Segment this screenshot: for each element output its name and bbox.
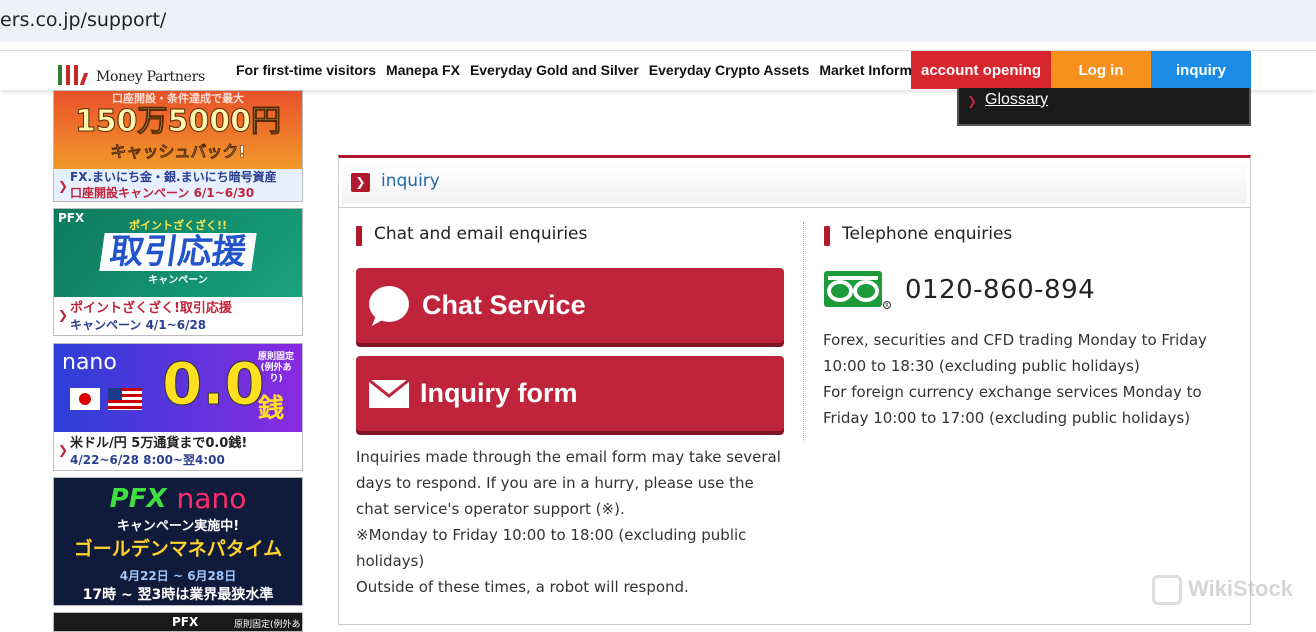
url-text[interactable]: ers.co.jp/support/ [0,9,166,31]
menu-market-information[interactable]: Market Informat [819,62,912,78]
banner-tag: PFX [172,615,199,629]
banner-golden-time[interactable]: PFX nano キャンペーン実施中! ゴールデンマネパタイム 4月22日 ~ … [53,477,303,606]
account-opening-button[interactable]: account opening [911,51,1051,89]
panel-title: inquiry [381,171,440,191]
phone-section-title: Telephone enquiries [842,224,1013,244]
banner-hero-sub: キャンペーン [148,274,208,286]
login-button[interactable]: Log in [1051,51,1151,89]
banner-hero-note: 原則固定(例外あり) [234,620,301,630]
chat-service-label: Chat Service [422,290,586,320]
panel-header: ❯ inquiry [339,158,1250,208]
banner-tag: PFX [109,483,167,514]
column-divider [803,222,804,442]
banner-hero: 150万5000円 [74,104,282,139]
heading-marker [356,226,362,246]
hours-line: Friday 10:00 to 17:00 (excluding public … [823,409,1191,427]
browser-url-bar[interactable]: ers.co.jp/support/ [0,0,1316,42]
us-flag-icon [108,388,142,410]
phone-hours: Forex, securities and CFD trading Monday… [823,327,1233,431]
hours-line: Forex, securities and CFD trading Monday… [823,331,1207,349]
banner-hero: 0.0 [162,350,266,419]
banner-hero-top: 口座開設・条件達成で最大 [112,92,244,105]
banner-hero-top: キャンペーン実施中! [116,519,240,534]
phone-number[interactable]: 0120-860-894 [905,275,1095,305]
menu-everyday-gold-silver[interactable]: Everyday Gold and Silver [470,62,639,78]
banner-hero: 取引応援 [99,232,257,272]
chat-section-title: Chat and email enquiries [374,224,588,244]
hours-line: 10:00 to 18:30 (excluding public holiday… [823,357,1140,375]
watermark-text: WikiStock [1188,575,1293,601]
banner-hero: ゴールデンマネパタイム [73,538,283,560]
banner-hero-note: 原則固定(例外あり) [257,352,294,384]
hours-line: For foreign currency exchange services M… [823,383,1202,401]
banner-trading-support[interactable]: PFX ポイントざくざく!! 取引応援 キャンペーン ❯ ポイントざくざく!取引… [53,208,303,336]
banner-tag2: nano [176,482,247,515]
note-line: holidays) [356,552,425,570]
glossary-link[interactable]: Glossary [985,91,1048,109]
chat-section-heading: Chat and email enquiries [356,224,588,246]
banner-line1: 米ドル/円 5万通貨まで0.0銭! [70,436,248,451]
chevron-right-icon: ❯ [58,308,69,322]
banner-line2: 4/22~6/28 8:00~翌4:00 [70,453,225,467]
note-line: Outside of these times, a robot will res… [356,578,689,596]
free-dial-icon: R [823,270,893,310]
banner-partial[interactable]: PFX 原則固定(例外あり) [53,612,303,632]
chat-bubble-icon [368,285,410,327]
inquiry-form-label: Inquiry form [420,378,578,408]
banner-tag: nano [62,350,117,375]
money-partners-logo[interactable]: Money Partners [58,59,205,85]
note-line: Inquiries made through the email form ma… [356,448,781,466]
banner-line1: ポイントざくざく!取引応援 [70,301,232,316]
chevron-right-icon: ❯ [58,179,69,193]
inquiry-form-button[interactable]: Inquiry form [356,356,784,431]
menu-everyday-crypto[interactable]: Everyday Crypto Assets [649,62,810,78]
inquiry-button[interactable]: inquiry [1151,51,1251,89]
main-menu: For first-time visitors Manepa FX Everyd… [236,62,912,78]
email-form-note: Inquiries made through the email form ma… [356,444,786,600]
banner-nano-zero-spread[interactable]: nano 0.0 銭 原則固定(例外あり) ❯ 米ドル/円 5万通貨まで0.0銭… [53,343,303,471]
menu-manepa-fx[interactable]: Manepa FX [386,62,460,78]
note-line: ※Monday to Friday 10:00 to 18:00 (exclud… [356,526,747,544]
heading-marker [824,226,830,246]
watermark: WikiStock [1152,575,1293,605]
banner-line2: 17時 ~ 翌3時は業界最狭水準 [82,587,274,603]
japan-flag-icon [70,388,100,410]
chevron-right-icon: ❯ [58,443,69,457]
note-line: chat service's operator support (※). [356,500,625,518]
phone-section-heading: Telephone enquiries [824,224,1013,246]
banner-line2: 口座開設キャンペーン 6/1~6/30 [70,186,255,200]
banner-cashback[interactable]: 口座開設・条件達成で最大 150万5000円 キャッシュバック! ❯ FX.まい… [53,90,303,202]
banner-hero-unit: 銭 [258,394,285,424]
banner-hero-top: ポイントざくざく!! [128,218,228,232]
svg-text:R: R [885,303,889,309]
note-line: days to respond. If you are in a hurry, … [356,474,754,492]
banner-line2: キャンペーン 4/1~6/28 [70,318,207,332]
watermark-logo-icon [1152,575,1182,605]
banner-line1: FX.まいにち金・銀.まいにち暗号資産 [70,170,277,184]
logo-mark [58,63,94,85]
menu-first-time-visitors[interactable]: For first-time visitors [236,62,376,78]
banner-hero-sub: キャッシュバック! [110,142,246,162]
chevron-right-icon: ❯ [967,94,978,108]
logo-text: Money Partners [96,69,205,85]
banner-tag: PFX [58,211,85,225]
top-navigation: Money Partners For first-time visitors M… [0,50,1316,90]
chevron-right-icon: ❯ [351,173,370,192]
banner-line1: 4月22日 ~ 6月28日 [119,569,237,583]
envelope-icon [368,378,410,409]
glossary-dropdown: ❯ Glossary [957,88,1251,126]
chat-service-button[interactable]: Chat Service [356,268,784,343]
